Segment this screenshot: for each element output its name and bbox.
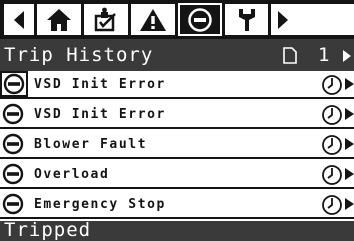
trip-row[interactable]: Overload <box>0 161 354 189</box>
status-bar: Tripped <box>0 219 354 241</box>
chevron-right-icon <box>345 168 354 180</box>
chevron-right-icon <box>345 108 354 120</box>
page-icon <box>283 47 297 64</box>
page-title: Trip History <box>4 44 154 66</box>
stop-icon <box>188 7 212 32</box>
title-bar: Trip History 1 <box>0 39 354 71</box>
trip-label: VSD Init Error <box>34 77 166 92</box>
clock-icon <box>322 135 342 155</box>
tab-service[interactable] <box>225 4 268 35</box>
stop-icon <box>0 71 28 97</box>
stop-icon <box>0 191 26 217</box>
wrench-icon <box>238 8 255 31</box>
clock-icon <box>322 75 342 95</box>
home-icon <box>47 8 71 31</box>
clock-icon <box>322 195 342 215</box>
warning-icon <box>140 8 166 31</box>
chevron-right-icon <box>345 78 354 90</box>
tab-trips[interactable] <box>178 3 222 36</box>
stop-icon <box>0 131 26 157</box>
trip-row[interactable]: Emergency Stop <box>0 191 354 219</box>
next-page-icon[interactable] <box>342 50 352 62</box>
trip-label: Emergency Stop <box>34 197 166 212</box>
tab-bar <box>0 0 354 39</box>
right-arrow-icon <box>278 10 288 29</box>
trip-row[interactable]: VSD Init Error <box>0 101 354 129</box>
left-arrow-icon <box>14 10 24 29</box>
stop-icon <box>0 161 26 187</box>
chevron-right-icon <box>345 138 354 150</box>
status-text: Tripped <box>4 219 92 241</box>
checklist-icon <box>94 7 116 31</box>
tab-alarms[interactable] <box>131 4 175 35</box>
tab-scroll-left[interactable] <box>4 4 34 35</box>
clock-icon <box>322 105 342 125</box>
controller-screen: Trip History 1 VSD Init Error VSD Init E… <box>0 0 354 241</box>
trip-list: VSD Init Error VSD Init Error Blower Fau… <box>0 71 354 221</box>
trip-row[interactable]: VSD Init Error <box>0 71 354 99</box>
clock-icon <box>322 165 342 185</box>
stop-icon <box>0 101 26 127</box>
tab-scroll-right[interactable] <box>271 4 354 35</box>
tab-event-log[interactable] <box>84 4 128 35</box>
tab-home[interactable] <box>37 4 81 35</box>
trip-row[interactable]: Blower Fault <box>0 131 354 159</box>
page-number: 1 <box>318 44 330 66</box>
trip-label: VSD Init Error <box>34 107 166 122</box>
trip-label: Blower Fault <box>34 137 148 152</box>
chevron-right-icon <box>345 198 354 210</box>
trip-label: Overload <box>34 167 110 182</box>
